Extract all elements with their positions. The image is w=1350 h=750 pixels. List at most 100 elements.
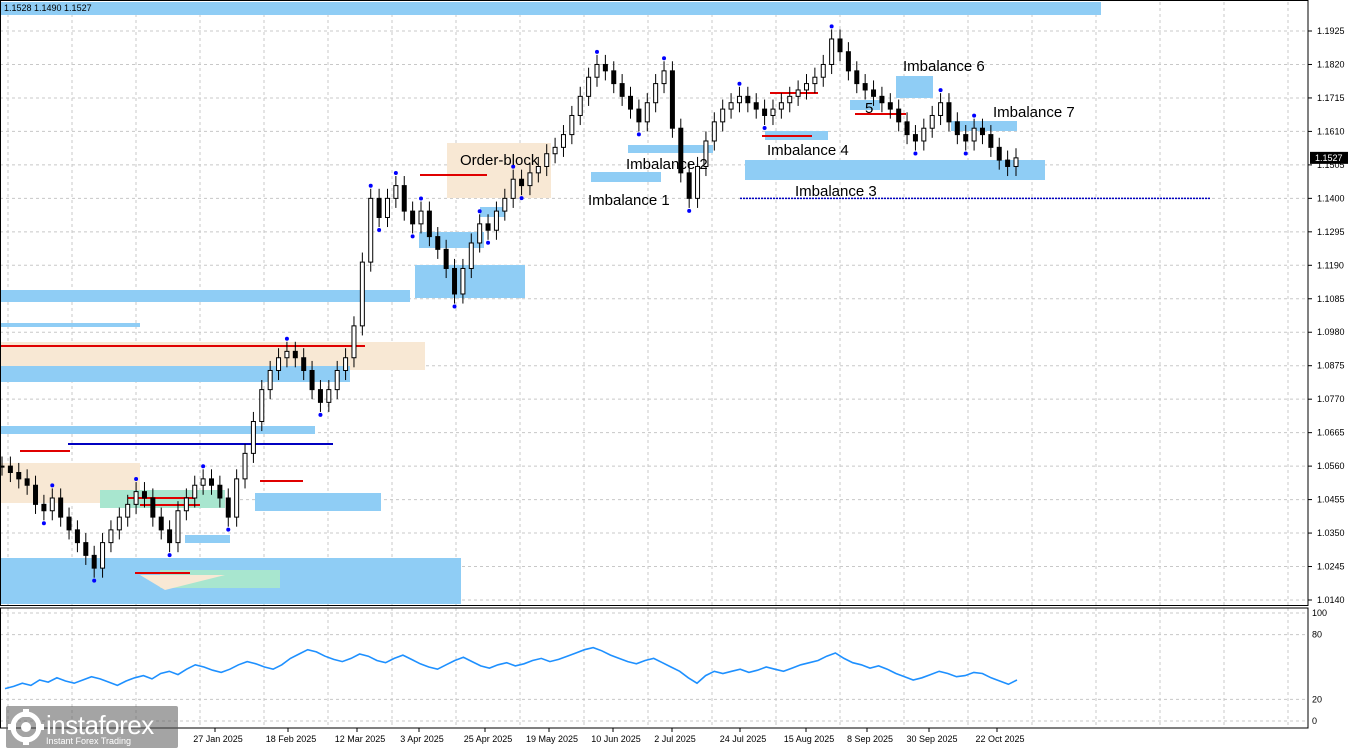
candle-body (653, 83, 659, 104)
imbalance-zone-6 (896, 76, 933, 98)
fractal-down-marker (377, 228, 382, 233)
fractal-down-marker (687, 208, 692, 213)
fractal-up-marker (594, 49, 599, 54)
fractal-up-marker (737, 81, 742, 86)
candle-body (326, 389, 332, 403)
annotation-label: Imbalance 4 (767, 142, 849, 159)
imbalance-zone (0, 290, 410, 302)
fractal-down-marker (486, 240, 491, 245)
candle-body (301, 357, 307, 371)
candle-body (435, 236, 441, 250)
fractal-down-marker (452, 304, 457, 309)
price-tick-label: 1.1610 (1317, 126, 1345, 136)
price-tick-label: 1.0770 (1317, 394, 1345, 404)
price-tick-label: 1.1295 (1317, 227, 1345, 237)
candle-body (644, 102, 650, 123)
price-tick-label: 1.1400 (1317, 193, 1345, 203)
fractal-down-marker (762, 126, 767, 131)
candle-body (862, 83, 868, 91)
candle-body (1005, 159, 1011, 167)
candle-body (334, 369, 340, 391)
candle-body (267, 369, 273, 391)
imbalance-zone-top (0, 2, 1101, 15)
time-tick-label: 2 Jul 2025 (654, 734, 696, 744)
candle-body (401, 185, 407, 212)
candle-body (762, 108, 768, 116)
price-tick-label: 1.0350 (1317, 528, 1345, 538)
candle-body (929, 114, 935, 129)
imbalance-zone (0, 426, 315, 434)
candle-body (493, 210, 499, 231)
candle-body (904, 121, 910, 136)
candle-body (485, 223, 491, 231)
candle-body (418, 210, 424, 225)
candle-body (795, 89, 801, 97)
candle-body (946, 102, 952, 123)
candle-body (16, 471, 22, 480)
annotation-label: Imbalance 6 (903, 58, 985, 75)
candle-body (996, 146, 1002, 161)
candle-body (770, 108, 776, 116)
price-tick-label: 1.1820 (1317, 59, 1345, 69)
candle-body (175, 510, 181, 544)
time-tick-label: 12 Mar 2025 (335, 734, 386, 744)
candle-body (141, 491, 147, 499)
candle-body (736, 95, 742, 104)
fractal-up-marker (393, 171, 398, 176)
candle-body (560, 134, 566, 148)
price-tick-label: 1.0875 (1317, 361, 1345, 371)
price-tick-label: 1.0245 (1317, 562, 1345, 572)
price-tick-label: 1.1085 (1317, 294, 1345, 304)
candle-body (845, 51, 851, 72)
candle-body (829, 38, 835, 65)
candle-body (259, 389, 265, 422)
candle-body (58, 497, 64, 518)
candle-body (661, 70, 667, 85)
candle-body (611, 70, 617, 85)
fractal-up-marker (829, 24, 834, 29)
imbalance-zone (0, 366, 350, 382)
candle-body (745, 95, 751, 104)
candle-body (477, 223, 483, 244)
candle-body (368, 197, 374, 263)
candle-body (108, 529, 114, 544)
candle-body (225, 497, 231, 518)
fractal-up-marker (368, 183, 373, 188)
watermark-tagline: Instant Forex Trading (46, 736, 132, 746)
time-tick-label: 27 Jan 2025 (193, 734, 243, 744)
fractal-up-marker (972, 113, 977, 118)
indicator-tick-label: 100 (1312, 608, 1327, 618)
candle-body (317, 389, 323, 403)
candle-body (7, 465, 13, 473)
imbalance-zone (480, 207, 505, 217)
imbalance-zone-1 (591, 172, 661, 182)
time-tick-label: 24 Jul 2025 (720, 734, 767, 744)
candle-body (1013, 157, 1019, 167)
candle-body (309, 369, 315, 391)
candle-body (502, 197, 508, 212)
candle-body (812, 76, 818, 85)
candle-body (150, 497, 156, 518)
candle-body (100, 542, 106, 569)
imbalance-zone-2 (628, 145, 713, 153)
price-tick-label: 1.1925 (1317, 26, 1345, 36)
time-tick-label: 18 Feb 2025 (266, 734, 317, 744)
candle-body (602, 63, 608, 72)
fractal-down-marker (167, 553, 172, 558)
fractal-up-marker (477, 209, 482, 214)
candle-body (343, 357, 349, 371)
candle-body (912, 134, 918, 142)
candle-body (887, 102, 893, 110)
candle-body (292, 350, 298, 359)
price-tick-label: 1.0980 (1317, 327, 1345, 337)
candle-body (49, 497, 55, 512)
candle-body (393, 185, 399, 199)
candle-body (636, 108, 642, 123)
candle-body (209, 478, 215, 486)
candle-body (837, 38, 843, 53)
candle-body (426, 210, 432, 238)
candle-body (669, 70, 675, 129)
time-tick-label: 3 Apr 2025 (400, 734, 444, 744)
candle-body (979, 127, 985, 136)
candle-body (384, 197, 390, 218)
